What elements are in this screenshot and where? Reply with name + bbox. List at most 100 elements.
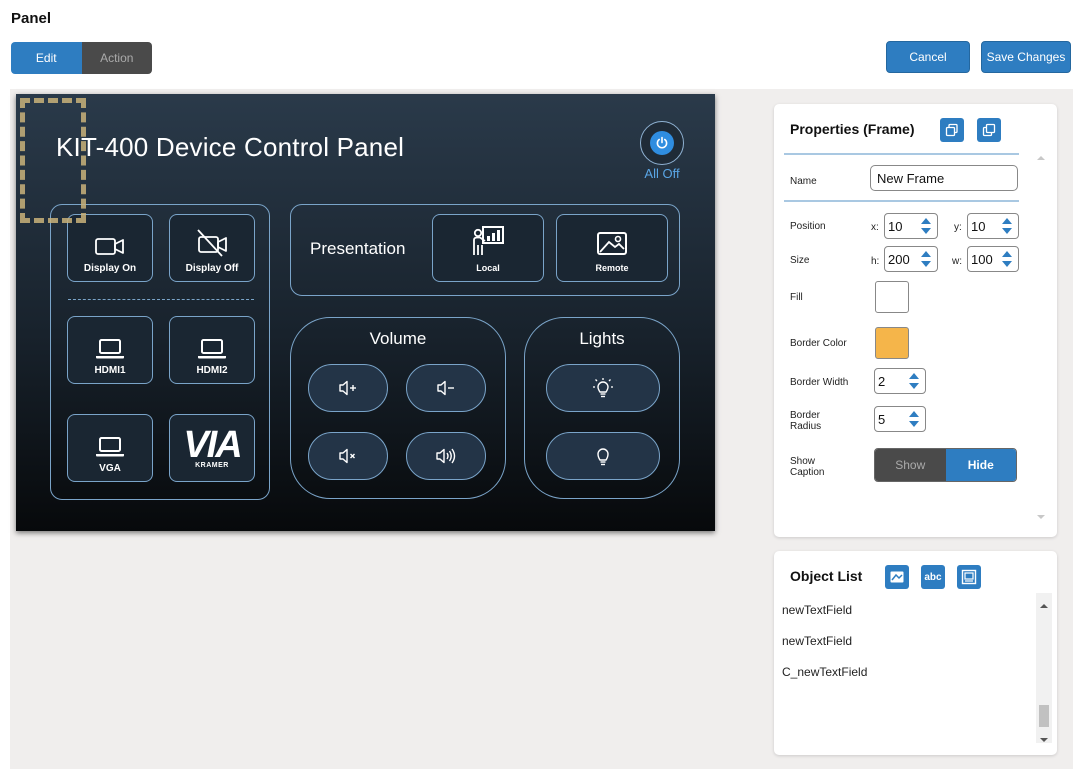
border-color-swatch[interactable] — [875, 327, 909, 359]
object-list-title: Object List — [790, 568, 863, 584]
mute-icon — [339, 448, 355, 464]
cancel-button[interactable]: Cancel — [886, 41, 970, 73]
paste-button[interactable] — [977, 118, 1001, 142]
fill-color-swatch[interactable] — [875, 281, 909, 313]
h-value: 200 — [888, 251, 910, 267]
panel-canvas[interactable]: KIT-400 Device Control Panel All Off Dis… — [16, 94, 715, 531]
via-logo-button[interactable]: VIA KRAMER — [169, 414, 255, 482]
frame-selection-outline[interactable] — [20, 98, 86, 223]
display-on-button[interactable]: Display On — [67, 214, 153, 282]
text-abc-icon: abc — [924, 571, 942, 583]
w-axis-label: w: — [952, 256, 962, 267]
laptop-icon — [198, 339, 226, 359]
via-logo: VIA — [183, 423, 242, 466]
scroll-up-icon[interactable] — [1038, 597, 1050, 615]
volume-button[interactable] — [406, 432, 486, 480]
add-text-button[interactable]: abc — [921, 565, 945, 589]
stepper-arrows-icon[interactable] — [918, 249, 934, 269]
stepper-arrows-icon[interactable] — [918, 216, 934, 236]
hdmi2-button[interactable]: HDMI2 — [169, 316, 255, 384]
paste-icon — [982, 123, 996, 137]
hdmi2-label: HDMI2 — [196, 365, 228, 376]
show-caption-show-option[interactable]: Show — [875, 449, 946, 481]
vga-button[interactable]: VGA — [67, 414, 153, 482]
object-list-panel: Object List abc newTextField newTextFiel… — [774, 551, 1057, 755]
h-axis-label: h: — [871, 256, 880, 267]
lights-title: Lights — [579, 329, 625, 348]
edit-mode-button[interactable]: Edit — [11, 42, 82, 74]
kramer-logo-text: KRAMER — [195, 461, 229, 469]
hdmi1-label: HDMI1 — [94, 365, 126, 376]
properties-title: Properties (Frame) — [790, 121, 915, 137]
show-caption-hide-option[interactable]: Hide — [945, 449, 1016, 481]
action-mode-button[interactable]: Action — [81, 42, 152, 74]
display-off-label: Display Off — [185, 263, 239, 274]
save-changes-button[interactable]: Save Changes — [981, 41, 1071, 73]
stepper-arrows-icon[interactable] — [906, 371, 922, 391]
local-button[interactable]: Local — [432, 214, 544, 282]
border-radius-label: Border Radius — [790, 410, 822, 432]
show-caption-toggle[interactable]: Show Hide — [874, 448, 1017, 482]
stepper-arrows-icon[interactable] — [906, 409, 922, 429]
copy-button[interactable] — [940, 118, 964, 142]
light-off-icon — [597, 448, 609, 466]
volume-up-button[interactable] — [308, 364, 388, 412]
y-stepper[interactable]: 10 — [967, 213, 1019, 239]
page-title: Panel — [11, 10, 52, 27]
frame-icon — [961, 569, 977, 585]
laptop-icon — [96, 339, 124, 359]
border-radius-value: 5 — [878, 411, 886, 427]
scroll-up-icon[interactable] — [1035, 150, 1047, 168]
position-label: Position — [790, 221, 826, 232]
laptop-icon — [96, 437, 124, 457]
volume-up-icon — [339, 380, 356, 396]
stepper-arrows-icon[interactable] — [999, 249, 1015, 269]
mute-button[interactable] — [308, 432, 388, 480]
presenter-icon — [473, 226, 504, 255]
all-off-button[interactable] — [640, 121, 684, 165]
vga-label: VGA — [99, 463, 121, 474]
list-item[interactable]: C_newTextField — [782, 665, 867, 679]
size-label: Size — [790, 255, 810, 266]
x-axis-label: x: — [871, 222, 879, 233]
scroll-down-icon[interactable] — [1035, 509, 1047, 527]
properties-panel: Properties (Frame) Name Position x: 10 y… — [774, 104, 1057, 537]
light-on-button[interactable] — [546, 364, 660, 412]
border-width-label: Border Width — [790, 377, 849, 388]
display-off-button[interactable]: Display Off — [169, 214, 255, 282]
height-stepper[interactable]: 200 — [884, 246, 938, 272]
all-off-label: All Off — [644, 166, 680, 181]
y-axis-label: y: — [954, 222, 962, 233]
remote-button[interactable]: Remote — [556, 214, 668, 282]
panel-title[interactable]: KIT-400 Device Control Panel — [56, 132, 404, 163]
x-stepper[interactable]: 10 — [884, 213, 938, 239]
display-on-label: Display On — [83, 263, 137, 274]
camera-off-icon — [197, 229, 227, 257]
scrollbar-thumb[interactable] — [1039, 705, 1049, 727]
border-radius-stepper[interactable]: 5 — [874, 406, 926, 432]
hdmi1-button[interactable]: HDMI1 — [67, 316, 153, 384]
list-item[interactable]: newTextField — [782, 603, 852, 617]
volume-down-icon — [437, 380, 454, 396]
light-off-button[interactable] — [546, 432, 660, 480]
image-icon — [597, 232, 627, 255]
divider — [68, 299, 254, 300]
mode-toggle[interactable]: Edit Action — [11, 42, 152, 74]
volume-down-button[interactable] — [406, 364, 486, 412]
add-frame-button[interactable] — [957, 565, 981, 589]
power-icon — [650, 131, 674, 155]
name-label: Name — [790, 176, 817, 187]
list-item[interactable]: newTextField — [782, 634, 852, 648]
w-value: 100 — [971, 251, 993, 267]
width-stepper[interactable]: 100 — [967, 246, 1019, 272]
copy-icon — [945, 123, 958, 137]
name-input[interactable] — [870, 165, 1018, 191]
scroll-down-icon[interactable] — [1038, 731, 1050, 749]
object-list-scrollbar[interactable] — [1036, 593, 1052, 743]
border-width-stepper[interactable]: 2 — [874, 368, 926, 394]
properties-divider-top — [784, 153, 1019, 155]
presentation-label: Presentation — [310, 239, 406, 258]
add-image-button[interactable] — [885, 565, 909, 589]
fill-label: Fill — [790, 292, 803, 303]
stepper-arrows-icon[interactable] — [999, 216, 1015, 236]
